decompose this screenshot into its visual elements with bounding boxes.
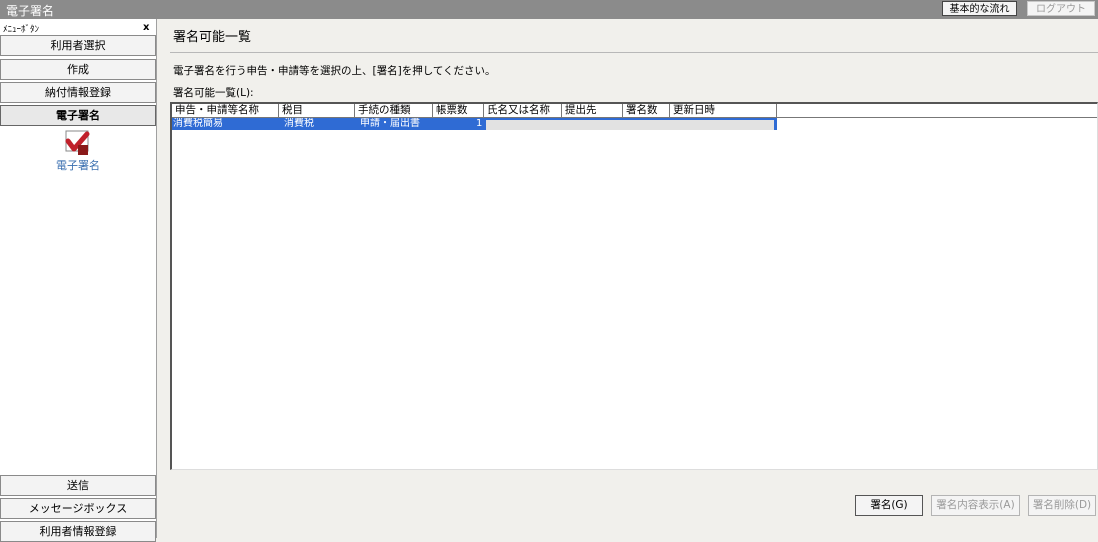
main-panel: 署名可能一覧 電子署名を行う申告・申請等を選択の上、[署名]を押してください。 … bbox=[160, 19, 1098, 538]
basic-flow-button[interactable]: 基本的な流れ bbox=[942, 1, 1017, 16]
cell-tax: 消費税 bbox=[284, 118, 314, 129]
e-signature-sub-label[interactable]: 電子署名 bbox=[0, 157, 156, 173]
column-header-signature-count[interactable]: 署名数 bbox=[623, 104, 670, 117]
column-header-procedure[interactable]: 手続の種類 bbox=[355, 104, 433, 117]
column-header-name[interactable]: 申告・申請等名称 bbox=[172, 104, 279, 117]
menu-user-info-button[interactable]: 利用者情報登録 bbox=[0, 521, 156, 542]
cell-forms: 1 bbox=[476, 118, 483, 129]
column-header-tax[interactable]: 税目 bbox=[279, 104, 355, 117]
column-header-person[interactable]: 氏名又は名称 bbox=[484, 104, 562, 117]
delete-signature-button[interactable]: 署名削除(D) bbox=[1028, 495, 1096, 516]
list-caption: 署名可能一覧(L): bbox=[173, 87, 254, 99]
sidebar-menu: ﾒﾆｭｰﾎﾞﾀﾝ x 利用者選択 作成 納付情報登録 電子署名 電子署名 送信 … bbox=[0, 19, 157, 542]
column-header-updated[interactable]: 更新日時 bbox=[670, 104, 777, 117]
menu-create-button[interactable]: 作成 bbox=[0, 59, 156, 80]
menu-header: ﾒﾆｭｰﾎﾞﾀﾝ bbox=[3, 25, 40, 35]
sign-button[interactable]: 署名(G) bbox=[855, 495, 923, 516]
menu-close-icon[interactable]: x bbox=[143, 22, 149, 33]
title-divider bbox=[170, 52, 1098, 53]
show-signature-button[interactable]: 署名内容表示(A) bbox=[931, 495, 1020, 516]
column-header-forms[interactable]: 帳票数 bbox=[433, 104, 484, 117]
logout-button[interactable]: ログアウト bbox=[1027, 1, 1095, 16]
e-signature-icon[interactable] bbox=[62, 129, 92, 157]
title-bar: 電子署名 基本的な流れ ログアウト bbox=[0, 0, 1098, 19]
redacted-cells bbox=[486, 120, 774, 130]
cell-procedure: 申請・届出書 bbox=[360, 118, 420, 129]
menu-user-select-button[interactable]: 利用者選択 bbox=[0, 35, 156, 56]
window-title: 電子署名 bbox=[6, 4, 55, 18]
menu-e-signature-button[interactable]: 電子署名 bbox=[0, 105, 156, 126]
column-header-destination[interactable]: 提出先 bbox=[562, 104, 623, 117]
page-title: 署名可能一覧 bbox=[173, 30, 252, 45]
table-row[interactable]: 消費税簡易 消費税 申請・届出書 1 bbox=[172, 118, 777, 130]
signable-list[interactable]: 申告・申請等名称 税目 手続の種類 帳票数 氏名又は名称 提出先 署名数 更新日… bbox=[170, 102, 1098, 470]
list-header: 申告・申請等名称 税目 手続の種類 帳票数 氏名又は名称 提出先 署名数 更新日… bbox=[172, 104, 1097, 118]
menu-message-box-button[interactable]: メッセージボックス bbox=[0, 498, 156, 519]
cell-name: 消費税簡易 bbox=[173, 118, 223, 129]
menu-payment-info-button[interactable]: 納付情報登録 bbox=[0, 82, 156, 103]
instruction-text: 電子署名を行う申告・申請等を選択の上、[署名]を押してください。 bbox=[173, 65, 496, 77]
menu-send-button[interactable]: 送信 bbox=[0, 475, 156, 496]
